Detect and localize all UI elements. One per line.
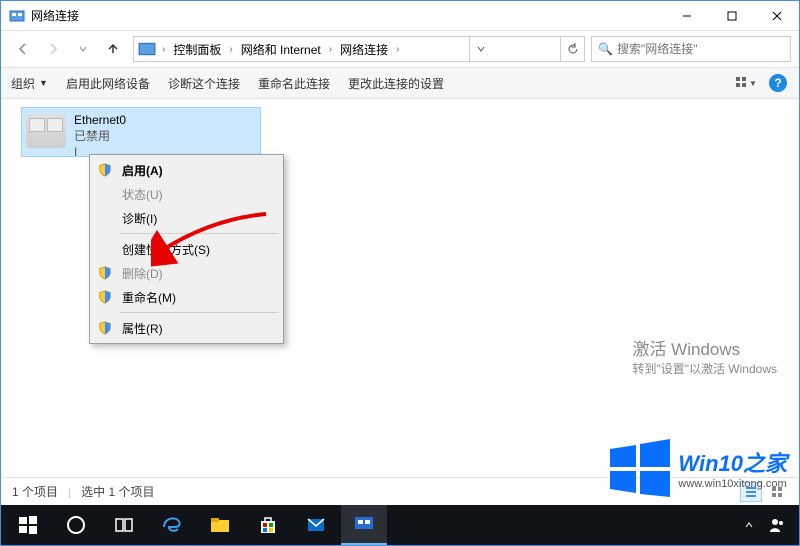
file-explorer-button[interactable] [197, 505, 243, 545]
activate-title: 激活 Windows [632, 335, 777, 360]
shield-icon [98, 266, 112, 280]
network-adapter-item[interactable]: Ethernet0 已禁用 I [21, 107, 261, 157]
adapter-name: Ethernet0 [74, 112, 126, 128]
content-area[interactable]: Ethernet0 已禁用 I 启用(A) 状态(U) 诊断(I) 创建快捷方式… [1, 99, 799, 489]
help-icon: ? [769, 74, 787, 92]
chevron-right-icon: › [327, 44, 334, 55]
chevron-down-icon: ▼ [749, 79, 757, 88]
menu-enable[interactable]: 启用(A) [92, 158, 281, 182]
chevron-right-icon: › [227, 44, 234, 55]
menu-create-shortcut[interactable]: 创建快捷方式(S) [92, 237, 281, 261]
system-tray[interactable] [741, 517, 795, 533]
chevron-right-icon: › [394, 44, 401, 55]
menu-rename[interactable]: 重命名(M) [92, 285, 281, 309]
search-box[interactable]: 🔍 [591, 36, 791, 62]
search-icon: 🔍 [598, 42, 613, 56]
edge-button[interactable] [149, 505, 195, 545]
adapter-status: 已禁用 [74, 128, 126, 144]
cortana-button[interactable] [53, 505, 99, 545]
enable-device-button[interactable]: 启用此网络设备 [66, 75, 150, 92]
recent-dropdown[interactable] [69, 35, 97, 63]
forward-button[interactable] [39, 35, 67, 63]
refresh-button[interactable] [560, 37, 584, 61]
adapter-icon [26, 114, 66, 148]
tray-chevron-icon[interactable] [741, 517, 757, 533]
toolbar: 组织▼ 启用此网络设备 诊断这个连接 重命名此连接 更改此连接的设置 ▼ ? [1, 67, 799, 99]
store-button[interactable] [245, 505, 291, 545]
change-settings-button[interactable]: 更改此连接的设置 [348, 75, 444, 92]
maximize-button[interactable] [709, 1, 754, 30]
breadcrumb-item[interactable]: 网络连接 [334, 37, 394, 61]
view-options-button[interactable]: ▼ [735, 72, 757, 94]
chevron-down-icon: ▼ [39, 78, 48, 88]
window-icon [9, 8, 25, 24]
menu-status: 状态(U) [92, 182, 281, 206]
start-button[interactable] [5, 505, 51, 545]
address-dropdown[interactable] [469, 37, 493, 61]
people-icon[interactable] [769, 517, 785, 533]
watermark-brand: Win10之家 [678, 451, 787, 476]
watermark-url: www.win10xitong.com [678, 478, 787, 490]
adapter-label: Ethernet0 已禁用 I [74, 112, 126, 160]
rename-button[interactable]: 重命名此连接 [258, 75, 330, 92]
chevron-right-icon: › [160, 44, 167, 55]
location-icon [138, 40, 156, 58]
selection-count: 选中 1 个项目 [81, 483, 154, 500]
navbar: › 控制面板 › 网络和 Internet › 网络连接 › 🔍 [1, 31, 799, 67]
minimize-button[interactable] [664, 1, 709, 30]
breadcrumb-item[interactable]: 控制面板 [167, 37, 227, 61]
taskbar [1, 505, 799, 545]
menu-separator [120, 312, 279, 313]
breadcrumb[interactable]: › 控制面板 › 网络和 Internet › 网络连接 › [133, 36, 585, 62]
window-title: 网络连接 [31, 7, 664, 24]
titlebar: 网络连接 [1, 1, 799, 31]
close-button[interactable] [754, 1, 799, 30]
item-count: 1 个项目 [12, 483, 58, 500]
activate-subtitle: 转到"设置"以激活 Windows [632, 360, 777, 377]
shield-icon [98, 163, 112, 177]
help-button[interactable]: ? [767, 72, 789, 94]
menu-delete: 删除(D) [92, 261, 281, 285]
site-watermark: Win10之家 www.win10xitong.com [608, 439, 787, 497]
context-menu: 启用(A) 状态(U) 诊断(I) 创建快捷方式(S) 删除(D) 重命名(M)… [89, 154, 284, 344]
back-button[interactable] [9, 35, 37, 63]
menu-diagnose[interactable]: 诊断(I) [92, 206, 281, 230]
activate-windows-watermark: 激活 Windows 转到"设置"以激活 Windows [632, 335, 777, 377]
task-view-button[interactable] [101, 505, 147, 545]
menu-separator [120, 233, 279, 234]
windows-logo-icon [608, 439, 672, 497]
organize-menu[interactable]: 组织▼ [11, 75, 48, 92]
search-input[interactable] [617, 42, 784, 56]
shield-icon [98, 321, 112, 335]
up-button[interactable] [99, 35, 127, 63]
divider: | [68, 485, 71, 499]
breadcrumb-item[interactable]: 网络和 Internet [235, 37, 327, 61]
menu-properties[interactable]: 属性(R) [92, 316, 281, 340]
network-connections-task[interactable] [341, 505, 387, 545]
diagnose-button[interactable]: 诊断这个连接 [168, 75, 240, 92]
window-controls [664, 1, 799, 30]
shield-icon [98, 290, 112, 304]
mail-button[interactable] [293, 505, 339, 545]
